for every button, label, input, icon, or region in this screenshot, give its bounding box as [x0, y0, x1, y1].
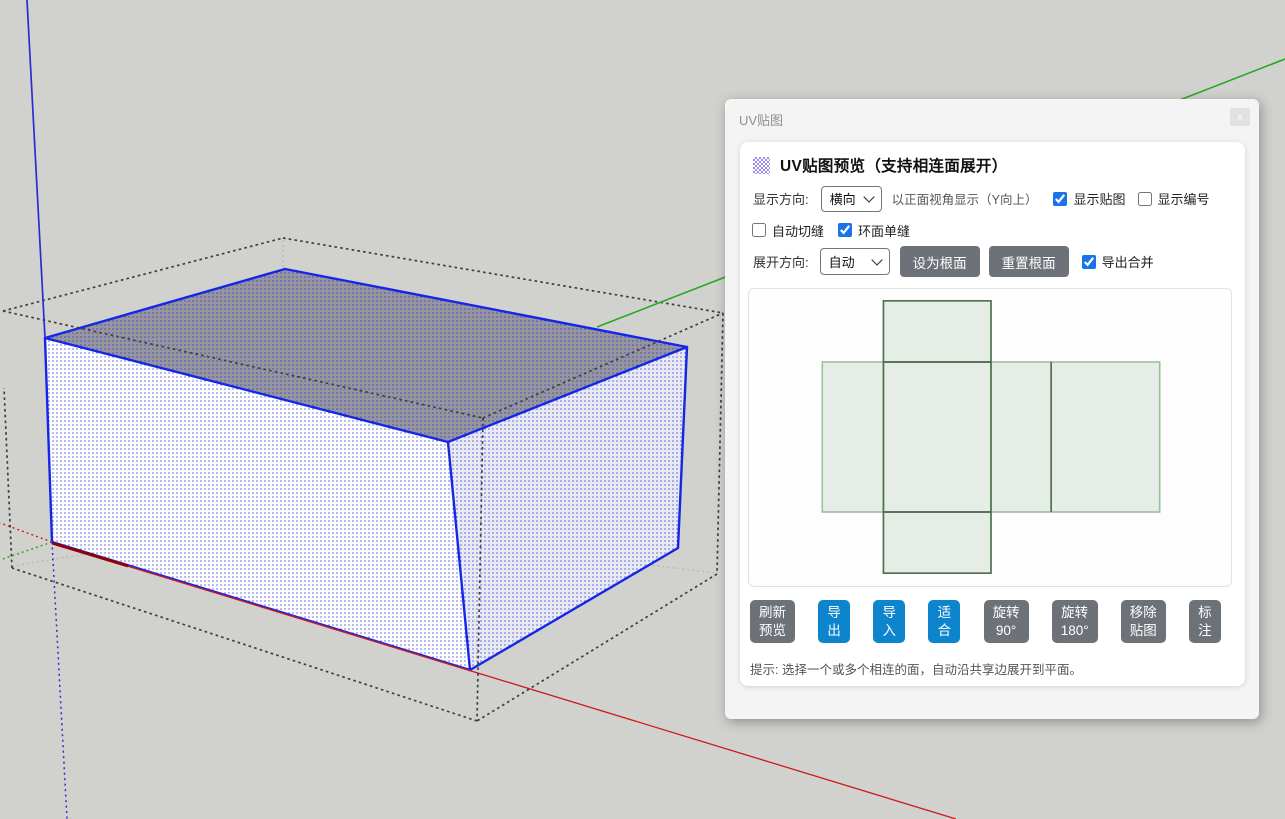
loop-seam-label: 环面单缝 — [858, 221, 910, 240]
show-number-option[interactable]: 显示编号 — [1138, 189, 1210, 208]
rotate-180-button[interactable]: 旋转180° — [1052, 600, 1098, 643]
uv-face-right[interactable] — [991, 362, 1051, 512]
hint-text: 提示: 选择一个或多个相连的面，自动沿共享边展开到平面。 — [750, 659, 1082, 678]
uv-dialog: UV贴图 x UV贴图预览（支持相连面展开） 显示方向: 横向 以正面视角显示（… — [725, 99, 1259, 719]
uv-face-left[interactable] — [822, 362, 883, 512]
unfold-direction-value: 自动 — [829, 252, 855, 271]
display-direction-label: 显示方向: — [753, 189, 809, 208]
uv-panel-card: UV贴图预览（支持相连面展开） 显示方向: 横向 以正面视角显示（Y向上） 显示… — [740, 142, 1245, 686]
uv-face-top[interactable] — [883, 301, 991, 362]
display-direction-row: 显示方向: 横向 以正面视角显示（Y向上） 显示贴图 显示编号 — [753, 185, 1239, 212]
dialog-titlebar[interactable]: UV贴图 x — [725, 99, 1259, 142]
set-root-face-button[interactable]: 设为根面 — [900, 246, 980, 277]
chevron-down-icon — [871, 254, 882, 265]
uv-face-front[interactable] — [883, 362, 991, 512]
uv-net — [749, 289, 1231, 586]
rotate-90-button[interactable]: 旋转90° — [984, 600, 1029, 643]
show-texture-option[interactable]: 显示贴图 — [1053, 189, 1125, 208]
export-merge-option[interactable]: 导出合并 — [1082, 252, 1154, 271]
unfold-direction-select[interactable]: 自动 — [820, 248, 890, 275]
display-direction-select[interactable]: 横向 — [821, 186, 882, 212]
reset-root-face-button[interactable]: 重置根面 — [989, 246, 1069, 277]
panel-title: UV贴图预览（支持相连面展开） — [780, 154, 1008, 176]
action-buttons: 刷新预览导出导入适合旋转90° 旋转180° 移除贴图标注 — [750, 600, 1221, 643]
show-number-checkbox[interactable] — [1138, 192, 1152, 206]
unfold-direction-row: 展开方向: 自动 设为根面 重置根面 导出合并 — [753, 246, 1239, 277]
show-texture-label: 显示贴图 — [1073, 189, 1125, 208]
export-merge-checkbox[interactable] — [1082, 255, 1096, 269]
seam-options-row: 自动切缝 环面单缝 — [752, 220, 910, 240]
panel-header: UV贴图预览（支持相连面展开） — [753, 154, 1008, 176]
fit-button[interactable]: 适合 — [928, 600, 960, 643]
uv-face-bottom[interactable] — [883, 512, 991, 573]
export-button[interactable]: 导出 — [818, 600, 850, 643]
auto-seam-checkbox[interactable] — [752, 223, 766, 237]
export-merge-label: 导出合并 — [1102, 252, 1154, 271]
auto-seam-option[interactable]: 自动切缝 — [752, 221, 824, 240]
dialog-title: UV贴图 — [739, 113, 783, 128]
refresh-preview-button[interactable]: 刷新预览 — [750, 600, 795, 643]
uv-preview-canvas[interactable] — [748, 288, 1232, 587]
uv-face-back[interactable] — [1051, 362, 1160, 512]
annotate-button[interactable]: 标注 — [1189, 600, 1221, 643]
show-texture-checkbox[interactable] — [1053, 192, 1067, 206]
show-number-label: 显示编号 — [1158, 189, 1210, 208]
remove-texture-button[interactable]: 移除贴图 — [1121, 600, 1166, 643]
display-direction-value: 横向 — [830, 189, 856, 208]
close-button[interactable]: x — [1230, 108, 1250, 126]
loop-seam-option[interactable]: 环面单缝 — [838, 221, 910, 240]
unfold-direction-label: 展开方向: — [753, 252, 809, 271]
auto-seam-label: 自动切缝 — [772, 221, 824, 240]
uv-checker-icon — [753, 157, 770, 174]
chevron-down-icon — [863, 191, 874, 202]
view-caption: 以正面视角显示（Y向上） — [892, 189, 1038, 208]
import-button[interactable]: 导入 — [873, 600, 905, 643]
loop-seam-checkbox[interactable] — [838, 223, 852, 237]
